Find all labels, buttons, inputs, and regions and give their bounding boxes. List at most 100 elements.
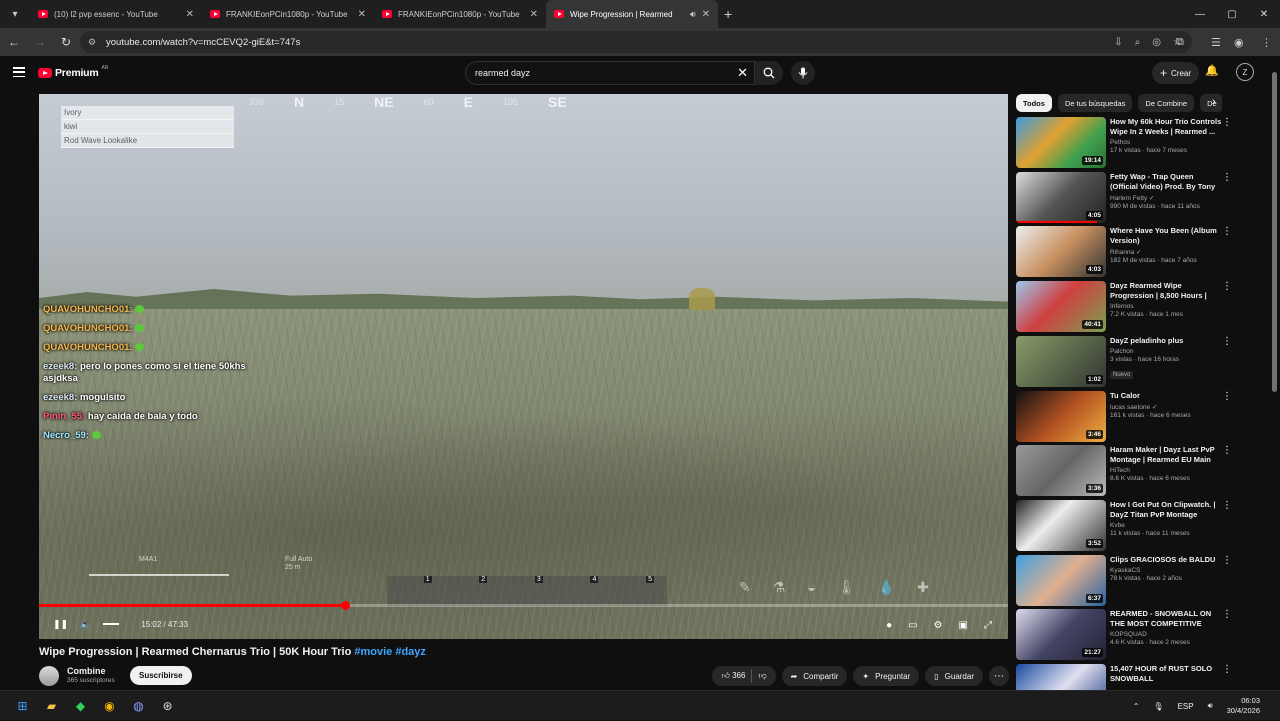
tab-close-icon[interactable]: ✕ <box>358 9 366 20</box>
recommended-video[interactable]: 3:36 Haram Maker | Dayz Last PvP Montage … <box>1016 445 1236 497</box>
search-input[interactable]: rearmed dayz ✕ <box>465 61 755 85</box>
browser-tab[interactable]: (10) l2 pvp essenc - YouTube ✕ <box>30 0 202 28</box>
video-thumbnail[interactable]: 21:27 <box>1016 609 1106 661</box>
url-bar[interactable]: ⚙ youtube.com/watch?v=mcCEVQ2-giE&t=747s… <box>80 31 1192 53</box>
ask-button[interactable]: ✦ Preguntar <box>853 666 920 686</box>
more-options-icon[interactable]: ⋮ <box>1222 555 1232 566</box>
close-window-icon[interactable]: ✕ <box>1248 0 1280 28</box>
youtube-logo[interactable]: Premium AR <box>38 65 109 79</box>
more-options-icon[interactable]: ⋮ <box>1222 172 1232 183</box>
tab-close-icon[interactable]: ✕ <box>530 9 538 20</box>
volume-icon[interactable]: 🔈 <box>80 619 91 630</box>
more-options-icon[interactable]: ⋮ <box>1222 609 1232 620</box>
tab-audio-icon[interactable]: 🔊︎ <box>690 9 696 20</box>
dislike-button[interactable]: 👎︎ <box>758 671 766 681</box>
subscribe-button[interactable]: Suscribirse <box>130 666 192 685</box>
like-button[interactable]: 👍︎ 366 <box>721 671 745 681</box>
page-scrollbar[interactable] <box>1272 72 1277 392</box>
browser-tab[interactable]: FRANKIEonPCin1080p - YouTube ✕ <box>202 0 374 28</box>
video-thumbnail[interactable]: 40:41 <box>1016 281 1106 333</box>
video-hashtags[interactable]: #movie #dayz <box>354 646 426 658</box>
video-title[interactable]: DayZ peladinho plus <box>1110 336 1222 346</box>
recommended-video[interactable]: 21:27 REARMED - SNOWBALL ON THE MOST COMP… <box>1016 609 1236 661</box>
video-title[interactable]: How I Got Put On Clipwatch. | DayZ Titan… <box>1110 500 1222 520</box>
recommended-video[interactable]: 40:41 Dayz Rearmed Wipe Progression | 8,5… <box>1016 281 1236 333</box>
video-progress-bar[interactable] <box>39 604 1008 607</box>
menu-icon[interactable] <box>13 67 25 77</box>
recommended-video[interactable]: 3:46 Tu Calor lucas saetone ✓ 161 k vistas … <box>1016 390 1236 443</box>
browser-tab[interactable]: Wipe Progression | Rearmed 🔊︎ ✕ <box>546 0 718 28</box>
video-title[interactable]: How My 60k Hour Trio Controls Wipe In 2 … <box>1110 117 1222 137</box>
autoplay-icon[interactable]: ● <box>886 620 892 631</box>
tab-close-icon[interactable]: ✕ <box>186 9 194 20</box>
account-avatar[interactable]: Z <box>1236 63 1254 81</box>
file-explorer-icon[interactable]: ▰ <box>41 695 62 716</box>
back-icon[interactable]: ← <box>2 30 26 54</box>
maximize-icon[interactable]: ▢ <box>1216 0 1248 28</box>
voice-search-button[interactable] <box>791 61 815 85</box>
discord-icon[interactable]: ◍ <box>128 695 149 716</box>
profile-icon[interactable]: ◉ <box>1234 28 1244 56</box>
browser-menu-icon[interactable]: ⋮ <box>1261 28 1272 56</box>
recommended-video[interactable]: 3:52 How I Got Put On Clipwatch. | DayZ T… <box>1016 499 1236 552</box>
video-channel[interactable]: Palchon <box>1110 348 1222 355</box>
clock[interactable]: 06:03 30/4/2026 <box>1227 696 1260 716</box>
video-channel[interactable]: lucas saetone ✓ <box>1110 403 1222 411</box>
more-options-icon[interactable]: ⋮ <box>1222 445 1232 456</box>
filter-chip[interactable]: Todos <box>1016 94 1052 112</box>
clear-search-icon[interactable]: ✕ <box>737 65 748 81</box>
video-title[interactable]: Clips GRACIOSOS de BALDU <box>1110 555 1222 565</box>
more-options-icon[interactable]: ⋮ <box>1222 336 1232 347</box>
video-thumbnail[interactable]: 3:52 <box>1016 499 1106 551</box>
create-button[interactable]: + Crear <box>1152 62 1200 84</box>
video-thumbnail[interactable]: 6:37 <box>1016 554 1106 606</box>
search-button[interactable] <box>755 61 783 85</box>
tab-close-icon[interactable]: ✕ <box>702 9 710 20</box>
video-thumbnail[interactable]: 4:05 <box>1016 171 1106 223</box>
save-button[interactable]: ▯ Guardar <box>925 666 983 686</box>
video-thumbnail[interactable]: 3:36 <box>1016 445 1106 497</box>
tab-search-icon[interactable]: ▾ <box>4 3 26 25</box>
recommended-video[interactable]: 1:02 DayZ peladinho plus Palchon 3 vistas ·… <box>1016 335 1236 388</box>
reload-icon[interactable]: ↻ <box>54 30 78 54</box>
more-options-icon[interactable]: ⋮ <box>1222 226 1232 237</box>
video-player[interactable]: 339 N 15 NE 60 E 105 SE Ivory kiwi Rod Wave Looka… <box>39 94 1008 639</box>
volume-slider[interactable] <box>103 623 120 625</box>
video-title[interactable]: Tu Calor <box>1110 391 1222 401</box>
video-thumbnail[interactable]: 1:02 <box>1016 335 1106 387</box>
filter-chip[interactable]: De tus búsquedas <box>1057 94 1133 112</box>
video-title[interactable]: Where Have You Been (Album Version) <box>1110 226 1222 246</box>
more-options-icon[interactable]: ⋮ <box>1222 391 1232 402</box>
extensions-icon[interactable]: ⧉ <box>1176 28 1184 56</box>
chrome-icon[interactable]: ◉ <box>99 695 120 716</box>
more-options-icon[interactable]: ⋮ <box>1222 117 1232 128</box>
tracking-icon[interactable]: ◎ <box>1152 37 1161 48</box>
microphone-tray-icon[interactable]: 🎙︎ <box>1153 702 1163 711</box>
video-title[interactable]: REARMED - SNOWBALL ON THE MOST COMPETITI… <box>1110 609 1222 629</box>
minimize-icon[interactable]: — <box>1184 0 1216 28</box>
recommended-video[interactable]: 19:14 How My 60k Hour Trio Controls Wipe … <box>1016 117 1236 169</box>
video-channel[interactable]: Pethos <box>1110 139 1222 146</box>
video-thumbnail[interactable]: 19:14 <box>1016 117 1106 168</box>
site-info-icon[interactable]: ⚙ <box>88 37 100 48</box>
video-title[interactable]: Haram Maker | Dayz Last PvP Montage | Re… <box>1110 445 1222 465</box>
recommended-video[interactable]: 6:37 Clips GRACIOSOS de BALDU KyaskaCS 78 k… <box>1016 554 1236 607</box>
install-icon[interactable]: ⇩ <box>1114 37 1122 48</box>
video-title[interactable]: Fetty Wap - Trap Queen (Official Video) … <box>1110 172 1222 192</box>
language-indicator[interactable]: ESP <box>1178 702 1194 711</box>
more-options-icon[interactable]: ⋮ <box>1222 281 1232 292</box>
recommended-video[interactable]: 4:05 Fetty Wap - Trap Queen (Official Vid… <box>1016 171 1236 224</box>
app-icon[interactable]: ◆ <box>70 695 91 716</box>
video-title[interactable]: Dayz Rearmed Wipe Progression | 8,500 Ho… <box>1110 281 1222 301</box>
video-channel[interactable]: KOPSQUAD <box>1110 631 1222 638</box>
video-channel[interactable]: KyaskaCS <box>1110 567 1222 574</box>
miniplayer-icon[interactable]: ▣ <box>959 620 968 631</box>
more-options-icon[interactable]: ⋮ <box>1222 664 1232 675</box>
browser-tab[interactable]: FRANKIEonPCin1080p - YouTube ✕ <box>374 0 546 28</box>
chevron-right-icon[interactable]: › <box>1212 96 1216 108</box>
more-actions-icon[interactable]: ⋯ <box>989 666 1009 686</box>
pause-icon[interactable]: ❚❚ <box>53 619 68 630</box>
subtitles-icon[interactable]: ▭ <box>908 620 917 631</box>
zoom-icon[interactable]: ⌕ <box>1135 37 1141 48</box>
video-channel[interactable]: HiTech <box>1110 467 1222 474</box>
